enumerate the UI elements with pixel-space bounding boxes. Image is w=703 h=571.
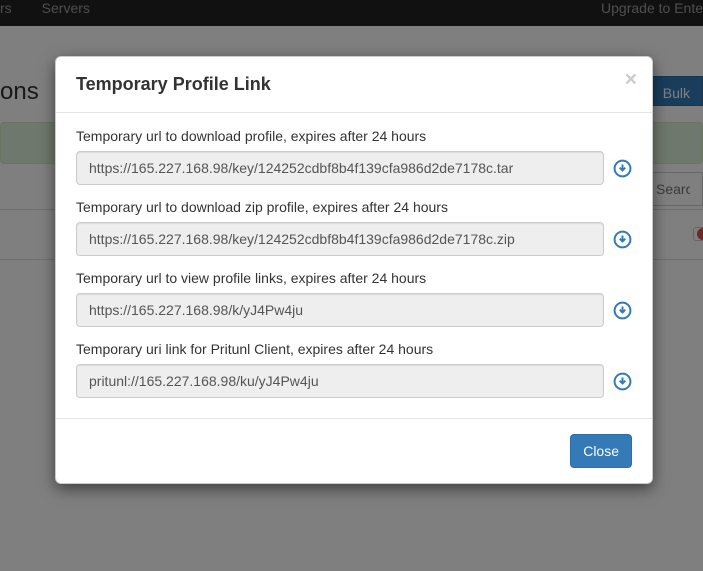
- download-icon[interactable]: [612, 158, 632, 178]
- close-icon[interactable]: ×: [625, 69, 637, 90]
- modal-header: Temporary Profile Link ×: [56, 57, 652, 113]
- field-label: Temporary url to view profile links, exp…: [76, 270, 632, 286]
- download-icon[interactable]: [612, 371, 632, 391]
- view-url-input[interactable]: [76, 293, 604, 327]
- temporary-profile-link-modal: Temporary Profile Link × Temporary url t…: [55, 56, 653, 484]
- zip-url-input[interactable]: [76, 222, 604, 256]
- download-icon[interactable]: [612, 229, 632, 249]
- modal-title: Temporary Profile Link: [76, 74, 271, 94]
- field-group-view: Temporary url to view profile links, exp…: [76, 270, 632, 327]
- close-button[interactable]: Close: [570, 434, 632, 468]
- field-label: Temporary uri link for Pritunl Client, e…: [76, 341, 632, 357]
- tar-url-input[interactable]: [76, 151, 604, 185]
- client-uri-input[interactable]: [76, 364, 604, 398]
- field-label: Temporary url to download zip profile, e…: [76, 199, 632, 215]
- field-group-tar: Temporary url to download profile, expir…: [76, 128, 632, 185]
- modal-body: Temporary url to download profile, expir…: [56, 113, 652, 418]
- field-group-zip: Temporary url to download zip profile, e…: [76, 199, 632, 256]
- field-group-uri: Temporary uri link for Pritunl Client, e…: [76, 341, 632, 398]
- field-label: Temporary url to download profile, expir…: [76, 128, 632, 144]
- modal-footer: Close: [56, 418, 652, 483]
- download-icon[interactable]: [612, 300, 632, 320]
